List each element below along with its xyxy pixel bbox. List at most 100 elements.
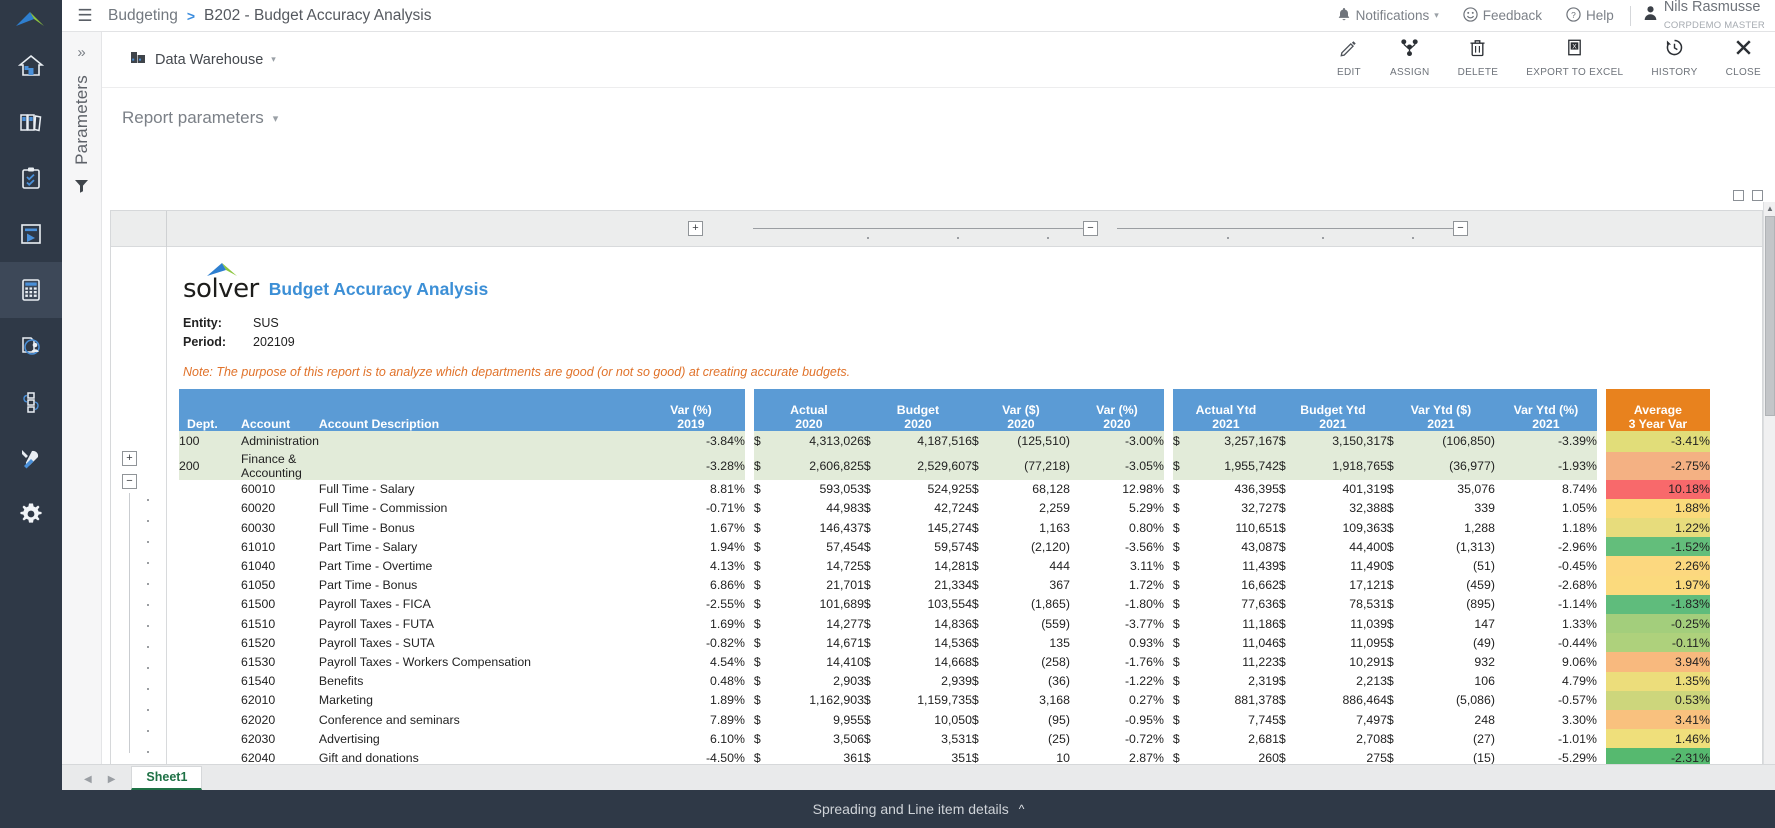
cell-description: Part Time - Salary — [319, 537, 637, 556]
sidebar-item-reports[interactable] — [0, 206, 62, 262]
cell-var-ytd-pct-2021: -0.57% — [1495, 691, 1597, 710]
grid-view-icon[interactable] — [1752, 190, 1763, 201]
export-to-excel-button[interactable]: X EXPORT TO EXCEL — [1512, 38, 1637, 78]
table-row[interactable]: 61530Payroll Taxes - Workers Compensatio… — [179, 652, 1710, 671]
report-sheet: solver Budget Accuracy Analysis Entity: … — [167, 247, 1762, 767]
breadcrumb-root[interactable]: Budgeting — [108, 7, 178, 25]
cell-currency-var-2020: $ — [972, 652, 986, 671]
close-button[interactable]: CLOSE — [1712, 38, 1775, 78]
cell-currency-var-ytd-2021: $ — [1387, 431, 1401, 452]
cell-budget-2020: 2,939 — [878, 672, 972, 691]
presentation-play-icon — [18, 221, 44, 247]
notifications-button[interactable]: Notifications ▾ — [1325, 7, 1451, 25]
cell-var-dollar-2020: (95) — [986, 710, 1070, 729]
cell-spacer-1 — [745, 614, 754, 633]
table-row[interactable]: 61010Part Time - Salary1.94%$57,454$59,5… — [179, 537, 1710, 556]
chevron-up-icon[interactable]: ^ — [1019, 802, 1025, 816]
table-row[interactable]: 62010Marketing1.89%$1,162,903$1,159,735$… — [179, 691, 1710, 710]
sidebar-item-binders[interactable] — [0, 94, 62, 150]
cell-budget-2020: 10,050 — [878, 710, 972, 729]
col-budget-ytd-2021: Budget Ytd2021 — [1279, 389, 1387, 431]
table-row[interactable]: 61500Payroll Taxes - FICA-2.55%$101,689$… — [179, 595, 1710, 614]
cell-currency-actual-ytd-2021: $ — [1173, 499, 1187, 518]
cell-currency-budget-2020: $ — [864, 710, 878, 729]
vscroll-up-arrow-icon[interactable]: ▲ — [1764, 202, 1775, 215]
user-menu[interactable]: Nils Rasmusse CorpDemo Master — [1635, 0, 1765, 32]
feedback-button[interactable]: Feedback — [1451, 7, 1554, 25]
sidebar-item-tools[interactable] — [0, 430, 62, 486]
cell-budget-2020: 4,187,516 — [878, 431, 972, 452]
report-parameters-bar: Report parameters ▾ — [102, 88, 1775, 148]
cell-spacer-2 — [1164, 633, 1173, 652]
table-row[interactable]: 62020Conference and seminars7.89%$9,955$… — [179, 710, 1710, 729]
history-button[interactable]: HISTORY — [1637, 38, 1711, 78]
status-bar[interactable]: Spreading and Line item details ^ — [62, 790, 1775, 828]
cell-budget-ytd-2021: 11,095 — [1293, 633, 1387, 652]
cell-average-3-year-var: 2.26% — [1606, 556, 1710, 575]
fullscreen-icon[interactable] — [1733, 190, 1744, 201]
cell-currency-budget-ytd-2021: $ — [1279, 480, 1293, 499]
cell-var-dollar-2020: 367 — [986, 576, 1070, 595]
sidebar-item-tasks[interactable] — [0, 150, 62, 206]
outline-collapse-button-3[interactable]: − — [1453, 221, 1468, 236]
assign-button[interactable]: ASSIGN — [1376, 38, 1444, 78]
sheet-next-icon[interactable]: ▶ — [108, 774, 116, 785]
cell-description — [319, 452, 637, 480]
sidebar-item-documents[interactable] — [0, 318, 62, 374]
edit-button[interactable]: EDIT — [1322, 38, 1376, 78]
table-row[interactable]: 61050Part Time - Bonus6.86%$21,701$21,33… — [179, 576, 1710, 595]
table-row[interactable]: 60020Full Time - Commission-0.71%$44,983… — [179, 499, 1710, 518]
outline-collapse-button-2[interactable]: − — [1083, 221, 1098, 236]
col-dept: Dept. — [179, 389, 241, 431]
cell-spacer-2 — [1164, 518, 1173, 537]
hamburger-menu-button[interactable]: ☰ — [62, 7, 108, 24]
cell-dept — [179, 499, 241, 518]
vscroll-thumb[interactable] — [1765, 216, 1775, 416]
close-label: CLOSE — [1726, 67, 1761, 78]
cell-actual-2020: 593,053 — [768, 480, 864, 499]
datasource-chevron-down-icon[interactable]: ▾ — [271, 54, 276, 65]
outline-expand-button-1[interactable]: + — [688, 221, 703, 236]
report-parameters-chevron-down-icon[interactable]: ▾ — [273, 112, 279, 125]
sheet-prev-icon[interactable]: ◀ — [84, 774, 92, 785]
sidebar-item-workflow[interactable] — [0, 374, 62, 430]
cell-account: 61510 — [241, 614, 319, 633]
cell-budget-2020: 14,668 — [878, 652, 972, 671]
cell-var-ytd-dollar-2021: 147 — [1401, 614, 1495, 633]
table-row[interactable]: 60010Full Time - Salary8.81%$593,053$524… — [179, 480, 1710, 499]
col-spacer-1 — [745, 389, 754, 431]
cell-spacer-3 — [1597, 595, 1606, 614]
table-row[interactable]: 60030Full Time - Bonus1.67%$146,437$145,… — [179, 518, 1710, 537]
row-outline-expand-button[interactable]: + — [122, 451, 137, 466]
sidebar-item-settings[interactable] — [0, 486, 62, 542]
delete-button[interactable]: DELETE — [1444, 38, 1513, 78]
table-row[interactable]: 200Finance & Accounting-3.28%$2,606,825$… — [179, 452, 1710, 480]
report-meta: Entity: SUS Period: 202109 — [179, 314, 1762, 353]
cell-currency-budget-2020: $ — [864, 652, 878, 671]
table-row[interactable]: 61520Payroll Taxes - SUTA-0.82%$14,671$1… — [179, 633, 1710, 652]
table-row[interactable]: 61040Part Time - Overtime4.13%$14,725$14… — [179, 556, 1710, 575]
home-icon — [18, 53, 44, 79]
help-button[interactable]: ? Help — [1554, 7, 1626, 25]
cell-spacer-2 — [1164, 452, 1173, 480]
table-row[interactable]: 61540Benefits0.48%$2,903$2,939$(36)-1.22… — [179, 672, 1710, 691]
cell-description: Part Time - Bonus — [319, 576, 637, 595]
cell-average-3-year-var: 0.53% — [1606, 691, 1710, 710]
sidebar-item-budgeting[interactable] — [0, 262, 62, 318]
cell-spacer-2 — [1164, 729, 1173, 748]
sheet-tab-sheet1[interactable]: Sheet1 — [131, 766, 202, 790]
cell-description: Full Time - Commission — [319, 499, 637, 518]
cell-budget-2020: 14,536 — [878, 633, 972, 652]
table-row[interactable]: 62030Advertising6.10%$3,506$3,531$(25)-0… — [179, 729, 1710, 748]
cell-var-ytd-pct-2021: -1.14% — [1495, 595, 1597, 614]
funnel-icon[interactable] — [74, 179, 89, 196]
vertical-scrollbar[interactable]: ▲ ▼ — [1763, 202, 1775, 790]
assign-label: ASSIGN — [1390, 67, 1430, 78]
row-outline-collapse-button[interactable]: − — [122, 474, 137, 489]
table-row[interactable]: 100Administration-3.84%$4,313,026$4,187,… — [179, 431, 1710, 452]
expand-parameters-button[interactable]: » — [77, 44, 85, 61]
table-row[interactable]: 61510Payroll Taxes - FUTA1.69%$14,277$14… — [179, 614, 1710, 633]
report-note: Note: The purpose of this report is to a… — [179, 365, 1762, 379]
cell-var-pct-2020: -0.95% — [1070, 710, 1164, 729]
sidebar-item-home[interactable] — [0, 38, 62, 94]
